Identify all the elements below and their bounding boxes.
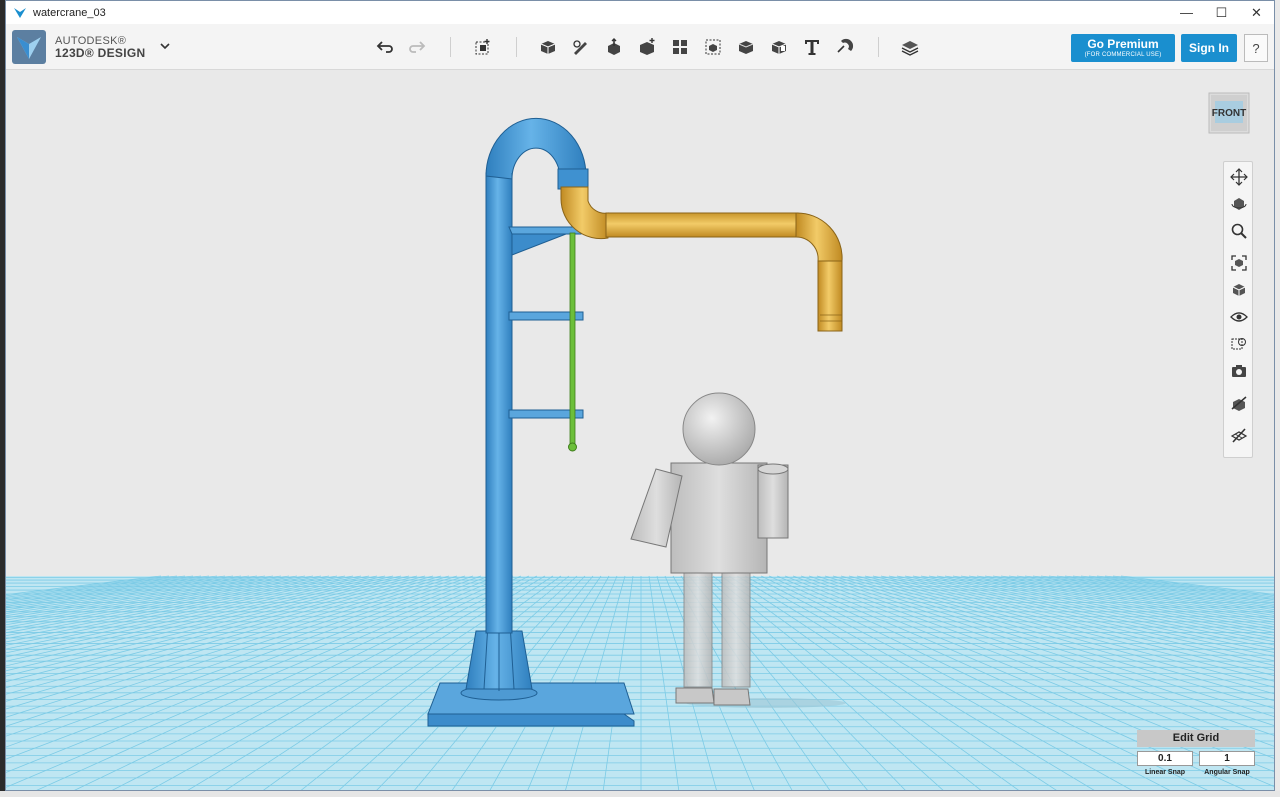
sketch-button[interactable] xyxy=(569,35,593,59)
window-title: watercrane_03 xyxy=(33,6,106,19)
linear-snap-field[interactable]: 0.1 xyxy=(1137,751,1193,766)
view-cube-label: FRONT xyxy=(1212,108,1246,119)
close-button[interactable]: ✕ xyxy=(1239,1,1274,24)
pattern-icon xyxy=(673,40,687,54)
toolbar-separator xyxy=(450,37,451,57)
edit-grid-panel: Edit Grid 0.1 1 Linear Snap Angular Snap xyxy=(1137,730,1257,780)
snap-icon xyxy=(837,38,854,53)
measure-icon xyxy=(771,41,787,54)
views-icon xyxy=(1232,284,1246,296)
background-edge xyxy=(0,791,1280,797)
zoom-icon xyxy=(1231,223,1247,239)
logo-line-2: 123D® DESIGN xyxy=(55,46,146,60)
edit-grid-button-label[interactable]: Edit Grid xyxy=(1137,730,1255,747)
sign-in-button[interactable]: Sign In xyxy=(1181,34,1237,62)
fit-button[interactable] xyxy=(1228,252,1250,274)
text-button[interactable] xyxy=(800,35,824,59)
construct-icon xyxy=(608,38,620,55)
transform-button[interactable] xyxy=(471,35,495,59)
grid-floor xyxy=(6,575,1274,790)
angular-snap-label: Angular Snap xyxy=(1204,769,1250,776)
go-premium-button[interactable]: Go Premium (FOR COMMERCIAL USE) xyxy=(1071,34,1175,62)
title-bar: watercrane_03 — ☐ ✕ xyxy=(6,1,1274,24)
visibility-button[interactable] xyxy=(1228,306,1250,328)
zoom-button[interactable] xyxy=(1228,220,1250,242)
camera-button[interactable] xyxy=(1228,360,1250,382)
construct-button[interactable] xyxy=(602,35,626,59)
app-logo[interactable]: AUTODESK® 123D® DESIGN xyxy=(12,30,145,64)
combine-button[interactable] xyxy=(734,35,758,59)
orbit-icon xyxy=(1231,198,1247,210)
orbit-button[interactable] xyxy=(1228,193,1250,215)
pan-button[interactable] xyxy=(1228,166,1250,188)
edit-grid-button[interactable] xyxy=(1228,424,1250,446)
fit-icon xyxy=(1231,255,1247,271)
main-toolbar: AUTODESK® 123D® DESIGN Go Premium (FOR C… xyxy=(6,24,1274,70)
toolbar-separator xyxy=(516,37,517,57)
materials-outline-button[interactable] xyxy=(1228,333,1250,355)
text-icon xyxy=(805,40,819,55)
minimize-button[interactable]: — xyxy=(1169,1,1204,24)
linear-snap-label: Linear Snap xyxy=(1144,769,1186,776)
pull-rod xyxy=(568,232,577,452)
pan-icon xyxy=(1230,168,1248,186)
measure-button[interactable] xyxy=(767,35,791,59)
modify-icon xyxy=(640,38,655,55)
redo-icon xyxy=(409,41,426,53)
angular-snap-field[interactable]: 1 xyxy=(1199,751,1255,766)
material-button[interactable] xyxy=(898,35,922,59)
material-icon xyxy=(901,41,919,56)
chevron-down-icon[interactable] xyxy=(158,39,172,53)
navigation-panel xyxy=(1223,161,1253,458)
materials-outline-icon xyxy=(1231,338,1246,350)
app-window: watercrane_03 — ☐ ✕ AUTODESK® 123D® DESI… xyxy=(5,0,1275,791)
grouping-icon xyxy=(705,39,721,55)
primitives-button[interactable] xyxy=(536,35,560,59)
3d-viewport[interactable] xyxy=(6,71,1275,791)
snap-button[interactable] xyxy=(833,35,857,59)
maximize-button[interactable]: ☐ xyxy=(1204,1,1239,24)
pattern-button[interactable] xyxy=(668,35,692,59)
undo-icon xyxy=(376,41,393,53)
help-button[interactable]: ? xyxy=(1244,34,1268,62)
visibility-icon xyxy=(1230,312,1248,322)
modify-button[interactable] xyxy=(635,35,659,59)
go-premium-sublabel: (FOR COMMERCIAL USE) xyxy=(1084,52,1162,58)
grid-snap-icon xyxy=(1231,396,1247,411)
go-premium-label: Go Premium xyxy=(1087,37,1159,51)
autodesk-logo-icon xyxy=(12,30,46,64)
grouping-button[interactable] xyxy=(701,35,725,59)
toolbar-separator xyxy=(878,37,879,57)
app-icon xyxy=(14,7,26,18)
edit-grid-icon xyxy=(1230,428,1248,443)
primitives-icon xyxy=(540,41,556,54)
view-cube[interactable]: FRONT xyxy=(1207,91,1251,135)
combine-icon xyxy=(738,41,754,54)
background-edge xyxy=(1275,0,1280,797)
sketch-icon xyxy=(573,40,587,55)
camera-icon xyxy=(1232,365,1246,377)
redo-button[interactable] xyxy=(405,35,429,59)
views-button[interactable] xyxy=(1228,279,1250,301)
water-spout xyxy=(560,186,843,332)
transform-icon xyxy=(475,39,490,55)
undo-button[interactable] xyxy=(373,35,397,59)
grid-snap-button[interactable] xyxy=(1228,393,1250,415)
